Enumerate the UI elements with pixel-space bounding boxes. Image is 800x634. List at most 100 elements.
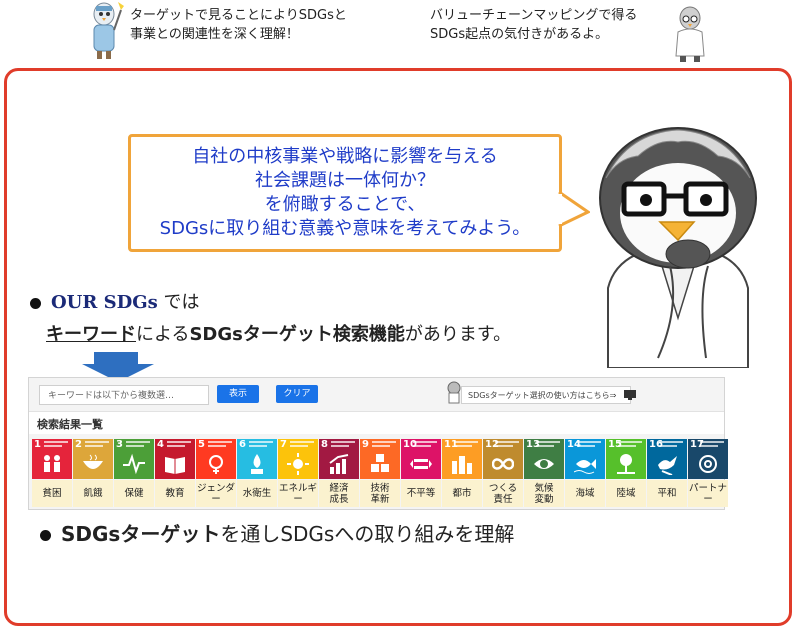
top-caption-left: ターゲットで見ることによりSDGsと 事業との関連性を深く理解！ [130,6,347,44]
goal-label: つくる 責任 [483,480,523,507]
goal-label: 陸域 [606,480,646,507]
sdg-goal-5[interactable]: 5 ジェンダー [196,439,236,507]
bullet-bold-text: SDGsターゲット [61,522,221,546]
goal-label: パートナー [688,480,728,507]
bubble-line: を俯瞰することで、 [264,194,426,215]
clear-button[interactable]: クリア [276,385,318,403]
goal-label: 海域 [565,480,605,507]
bullet-text: では [163,292,200,313]
goal-caption-mark [85,441,109,443]
sdg-goal-4[interactable]: 4 教育 [155,439,195,507]
cubes-icon [371,454,389,472]
dove-icon [658,456,677,475]
goal-label: 都市 [442,480,482,507]
bullet-feature-line: キーワードによるSDGsターゲット検索機能があります。 [46,320,511,346]
help-link[interactable]: SDGsターゲット選択の使い方はこちら⇒ [461,386,631,404]
speech-bubble-tail [558,190,590,228]
bullet-text: による [136,324,190,345]
goal-caption-mark [44,441,68,443]
goal-caption-mark [659,445,677,447]
caption-line: SDGs起点の気付きがあるよ。 [430,27,609,42]
goal-caption-mark [208,445,226,447]
sdg-goal-12[interactable]: 12 つくる 責任 [483,439,523,507]
goal-label: 技術 革新 [360,480,400,507]
sdg-goal-3[interactable]: 3 保健 [114,439,154,507]
brand-name: OUR SDGs [51,292,158,313]
sdg-goal-11[interactable]: 11 都市 [442,439,482,507]
goal-label: 教育 [155,480,195,507]
infinity-icon [492,458,514,470]
goal-label: 不平等 [401,480,441,507]
goal-tile[interactable]: 15 [606,439,646,479]
goal-tile[interactable]: 10 [401,439,441,479]
goal-label: 貧困 [32,480,72,507]
sun-icon [287,453,309,475]
sdg-goal-1[interactable]: 1 貧困 [32,439,72,507]
bullet-our-sdgs: OUR SDGs では [30,288,199,314]
goal-caption-mark [290,441,314,443]
sdg-goal-8[interactable]: 8 経済 成長 [319,439,359,507]
goal-caption-mark [249,445,267,447]
sdg-goal-17[interactable]: 17 パートナー [688,439,728,507]
keyword-text: キーワード [46,324,136,345]
goal-tile[interactable]: 14 [565,439,605,479]
goal-tile[interactable]: 9 [360,439,400,479]
goal-caption-mark [290,445,308,447]
monitor-icon[interactable] [623,389,637,401]
goal-tile[interactable]: 8 [319,439,359,479]
city-icon [452,456,472,474]
goal-tile[interactable]: 11 [442,439,482,479]
fish-icon [574,459,596,474]
goal-tile[interactable]: 17 [688,439,728,479]
growth-chart-icon [329,454,349,474]
goal-label: 飢餓 [73,480,113,507]
equality-icon [410,459,432,469]
water-icon [251,454,263,474]
sdg-goal-9[interactable]: 9 技術 革新 [360,439,400,507]
eye-icon [534,459,554,469]
bowl-icon [83,454,103,469]
flower-icon [699,455,717,473]
results-header: 検索結果一覧 [29,411,724,434]
sdg-goal-14[interactable]: 14 海域 [565,439,605,507]
goal-tile[interactable]: 4 [155,439,195,479]
goal-tile[interactable]: 16 [647,439,687,479]
sdg-goal-2[interactable]: 2 飢餓 [73,439,113,507]
goal-number: 8 [321,439,328,450]
keyword-search-input[interactable]: キーワードは以下から複数選… [39,385,209,405]
goal-tile[interactable]: 3 [114,439,154,479]
goal-caption-mark [331,445,349,447]
show-button[interactable]: 表示 [217,385,259,403]
sdg-goal-13[interactable]: 13 気候 変動 [524,439,564,507]
bullet-text: を通しSDGsへの取り組みを理解 [220,522,515,546]
sdg-goal-6[interactable]: 6 水衛生 [237,439,277,507]
goal-tile[interactable]: 2 [73,439,113,479]
goal-tile[interactable]: 6 [237,439,277,479]
goal-label: 水衛生 [237,480,277,507]
goal-tile[interactable]: 7 [278,439,318,479]
goal-tile[interactable]: 13 [524,439,564,479]
goal-number: 1 [34,439,41,450]
goal-caption-mark [454,445,472,447]
goal-tile[interactable]: 1 [32,439,72,479]
caption-line: 事業との関連性を深く理解！ [130,27,299,42]
goal-caption-mark [495,445,513,447]
goal-caption-mark [659,441,683,443]
bullet-dot [30,297,41,309]
goal-label: 平和 [647,480,687,507]
sdg-goal-7[interactable]: 7 エネルギー [278,439,318,507]
goal-caption-mark [618,441,642,443]
goal-label: 経済 成長 [319,480,359,507]
goal-number: 6 [239,439,246,450]
sdg-goal-10[interactable]: 10 不平等 [401,439,441,507]
sdg-goal-16[interactable]: 16 平和 [647,439,687,507]
goal-tile[interactable]: 5 [196,439,236,479]
heartbeat-icon [123,453,145,475]
goal-tile[interactable]: 12 [483,439,523,479]
goal-caption-mark [413,445,431,447]
engineer-character-icon [93,2,124,59]
goal-caption-mark [85,445,103,447]
bullet-text: があります。 [404,324,512,345]
sdg-goal-15[interactable]: 15 陸域 [606,439,646,507]
professor-character-icon [675,6,705,62]
